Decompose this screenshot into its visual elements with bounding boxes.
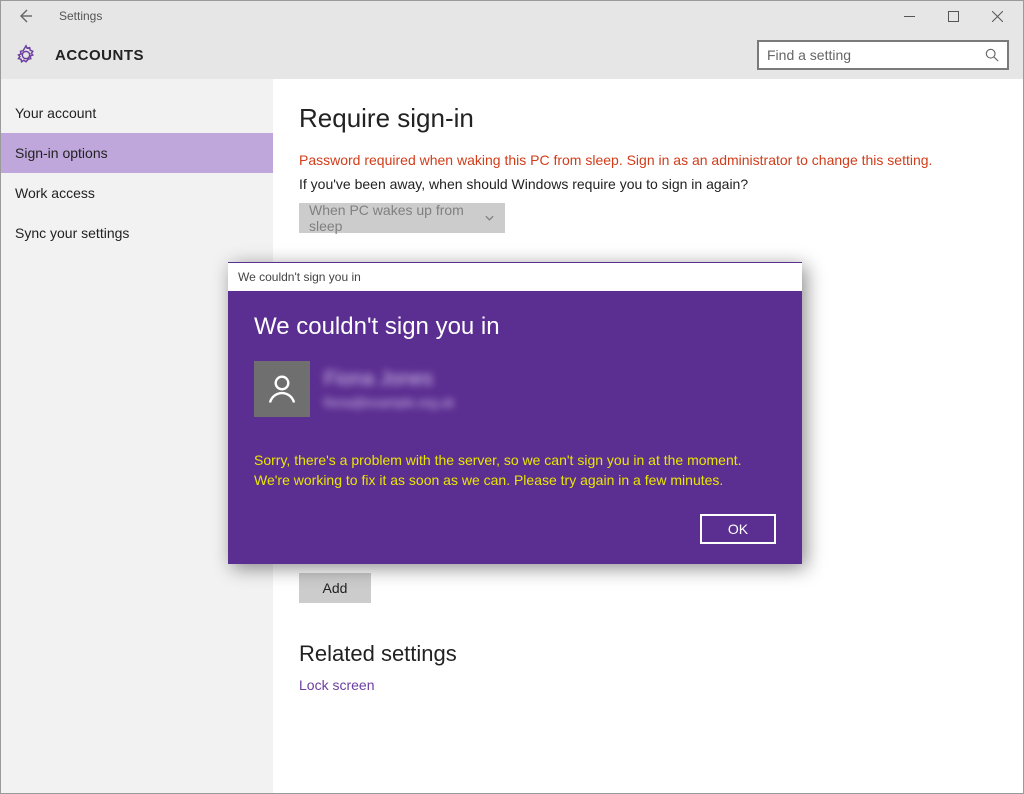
dialog-body: We couldn't sign you in Fiona Jones fion… (228, 291, 802, 564)
dropdown-value: When PC wakes up from sleep (309, 202, 484, 234)
dialog-actions: OK (254, 514, 776, 544)
sidebar-item-label: Work access (15, 185, 95, 201)
dialog-heading: We couldn't sign you in (254, 313, 776, 341)
maximize-icon (948, 11, 959, 22)
lock-screen-link[interactable]: Lock screen (299, 677, 997, 693)
sidebar-item-label: Sync your settings (15, 225, 129, 241)
require-signin-heading: Require sign-in (299, 103, 997, 134)
search-placeholder: Find a setting (767, 47, 985, 63)
body: Your account Sign-in options Work access… (1, 79, 1023, 793)
related-settings-heading: Related settings (299, 641, 997, 667)
sidebar-item-your-account[interactable]: Your account (1, 93, 273, 133)
add-button[interactable]: Add (299, 573, 371, 603)
user-email: fiona@example.org.uk (324, 395, 454, 410)
sidebar-item-label: Sign-in options (15, 145, 108, 161)
header: ACCOUNTS Find a setting (1, 31, 1023, 79)
require-dropdown: When PC wakes up from sleep (299, 203, 505, 233)
gear-icon (15, 44, 37, 66)
sidebar-item-sync-settings[interactable]: Sync your settings (1, 213, 273, 253)
signin-error-dialog: We couldn't sign you in We couldn't sign… (228, 262, 802, 564)
search-input[interactable]: Find a setting (757, 40, 1009, 70)
section-title: ACCOUNTS (55, 47, 144, 64)
require-desc: If you've been away, when should Windows… (299, 176, 997, 192)
titlebar: Settings (1, 1, 1023, 31)
require-warning: Password required when waking this PC fr… (299, 152, 997, 168)
ok-button-label: OK (728, 521, 748, 537)
maximize-button[interactable] (931, 2, 975, 30)
user-row: Fiona Jones fiona@example.org.uk (254, 361, 776, 417)
ok-button[interactable]: OK (700, 514, 776, 544)
window-title: Settings (59, 9, 102, 23)
avatar (254, 361, 310, 417)
close-button[interactable] (975, 2, 1019, 30)
add-button-label: Add (323, 580, 348, 596)
arrow-left-icon (17, 8, 33, 24)
dialog-title: We couldn't sign you in (228, 263, 802, 291)
person-icon (264, 371, 300, 407)
sidebar-item-signin-options[interactable]: Sign-in options (1, 133, 273, 173)
user-info: Fiona Jones fiona@example.org.uk (324, 368, 454, 410)
close-icon (992, 11, 1003, 22)
back-button[interactable] (13, 8, 37, 24)
settings-window: Settings ACCOUNTS Find a setting Your ac… (0, 0, 1024, 794)
user-name: Fiona Jones (324, 368, 454, 391)
search-icon (985, 48, 999, 62)
minimize-button[interactable] (887, 2, 931, 30)
sidebar-item-label: Your account (15, 105, 96, 121)
minimize-icon (904, 11, 915, 22)
chevron-down-icon (484, 212, 495, 224)
error-message: Sorry, there's a problem with the server… (254, 451, 774, 490)
sidebar-item-work-access[interactable]: Work access (1, 173, 273, 213)
